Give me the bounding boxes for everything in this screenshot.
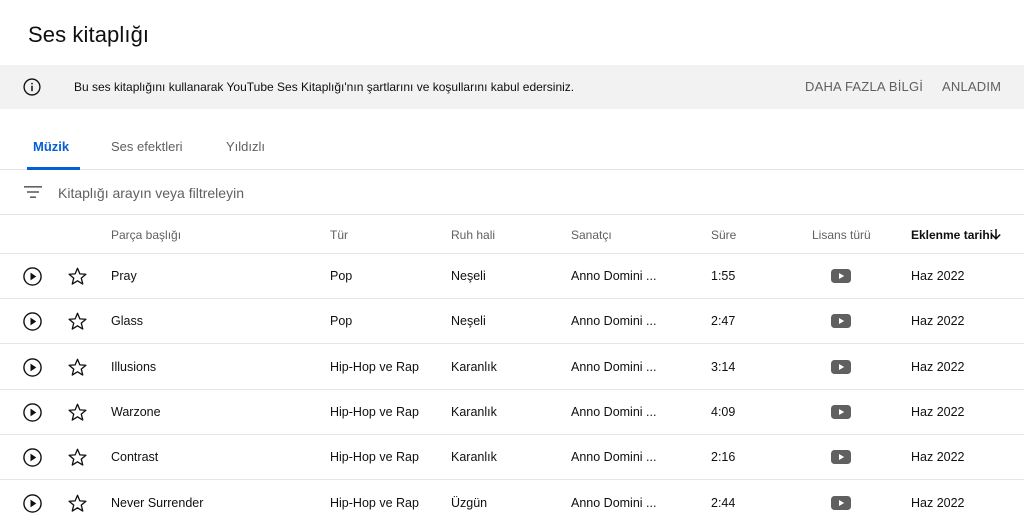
active-tab-indicator xyxy=(27,167,80,170)
terms-banner: Bu ses kitaplığını kullanarak YouTube Se… xyxy=(0,65,1024,109)
table-header: Parça başlığı Tür Ruh hali Sanatçı Süre … xyxy=(0,215,1024,254)
track-title[interactable]: Warzone xyxy=(111,405,161,419)
youtube-icon[interactable] xyxy=(831,405,851,419)
track-date-added: Haz 2022 xyxy=(911,314,965,328)
learn-more-button[interactable]: DAHA FAZLA BİLGİ xyxy=(805,79,923,94)
star-icon[interactable] xyxy=(67,402,88,423)
dismiss-button[interactable]: ANLADIM xyxy=(942,79,1001,94)
track-genre: Hip-Hop ve Rap xyxy=(330,450,419,464)
track-date-added: Haz 2022 xyxy=(911,360,965,374)
table-row[interactable]: Illusions Hip-Hop ve Rap Karanlık Anno Domi… xyxy=(0,345,1024,390)
column-header-mood[interactable]: Ruh hali xyxy=(451,228,495,242)
column-header-artist[interactable]: Sanatçı xyxy=(571,228,612,242)
track-date-added: Haz 2022 xyxy=(911,405,965,419)
star-icon[interactable] xyxy=(67,493,88,514)
youtube-icon[interactable] xyxy=(831,496,851,510)
track-date-added: Haz 2022 xyxy=(911,496,965,510)
table-row[interactable]: Never Surrender Hip-Hop ve Rap Üzgün Anno D… xyxy=(0,481,1024,524)
track-title[interactable]: Pray xyxy=(111,269,137,283)
track-genre: Pop xyxy=(330,314,353,328)
track-mood: Neşeli xyxy=(451,269,486,283)
play-icon[interactable] xyxy=(22,447,43,468)
tab-starred[interactable]: Yıldızlı xyxy=(226,139,265,154)
tab-sound-effects[interactable]: Ses efektleri xyxy=(111,139,183,154)
track-genre: Hip-Hop ve Rap xyxy=(330,496,419,510)
track-duration: 4:09 xyxy=(711,405,736,419)
table-row[interactable]: Pray Pop Neşeli Anno Domini ... 1:55 Haz 2022 xyxy=(0,254,1024,299)
star-icon[interactable] xyxy=(67,447,88,468)
info-icon xyxy=(23,78,41,96)
track-date-added: Haz 2022 xyxy=(911,450,965,464)
star-icon[interactable] xyxy=(67,311,88,332)
track-mood: Üzgün xyxy=(451,496,488,510)
track-date-added: Haz 2022 xyxy=(911,269,965,283)
column-header-license[interactable]: Lisans türü xyxy=(812,228,871,242)
youtube-icon[interactable] xyxy=(831,314,851,328)
filter-bar xyxy=(0,171,1024,215)
column-header-title[interactable]: Parça başlığı xyxy=(111,228,181,242)
column-header-genre[interactable]: Tür xyxy=(330,228,348,242)
track-duration: 1:55 xyxy=(711,269,736,283)
play-icon[interactable] xyxy=(22,402,43,423)
youtube-icon[interactable] xyxy=(831,450,851,464)
track-duration: 3:14 xyxy=(711,360,736,374)
track-title[interactable]: Never Surrender xyxy=(111,496,203,510)
track-artist[interactable]: Anno Domini ... xyxy=(571,314,656,328)
search-input[interactable] xyxy=(58,182,658,204)
page-title: Ses kitaplığı xyxy=(28,22,150,47)
track-duration: 2:16 xyxy=(711,450,736,464)
play-icon[interactable] xyxy=(22,266,43,287)
track-duration: 2:47 xyxy=(711,314,736,328)
play-icon[interactable] xyxy=(22,311,43,332)
track-mood: Neşeli xyxy=(451,314,486,328)
table-row[interactable]: Glass Pop Neşeli Anno Domini ... 2:47 Haz 202… xyxy=(0,299,1024,344)
youtube-icon[interactable] xyxy=(831,360,851,374)
tab-music[interactable]: Müzik xyxy=(33,139,69,154)
track-mood: Karanlık xyxy=(451,360,497,374)
star-icon[interactable] xyxy=(67,357,88,378)
track-title[interactable]: Glass xyxy=(111,314,143,328)
track-title[interactable]: Contrast xyxy=(111,450,158,464)
table-row[interactable]: Warzone Hip-Hop ve Rap Karanlık Anno Domini… xyxy=(0,390,1024,435)
track-genre: Hip-Hop ve Rap xyxy=(330,360,419,374)
table-row[interactable]: Contrast Hip-Hop ve Rap Karanlık Anno Domin… xyxy=(0,435,1024,480)
track-genre: Hip-Hop ve Rap xyxy=(330,405,419,419)
tab-bar: Müzik Ses efektleri Yıldızlı xyxy=(0,124,1024,170)
track-title[interactable]: Illusions xyxy=(111,360,156,374)
page-header: Ses kitaplığı xyxy=(0,0,1024,64)
play-icon[interactable] xyxy=(22,357,43,378)
track-duration: 2:44 xyxy=(711,496,736,510)
track-mood: Karanlık xyxy=(451,450,497,464)
youtube-icon[interactable] xyxy=(831,269,851,283)
track-artist[interactable]: Anno Domini ... xyxy=(571,496,656,510)
arrow-down-icon[interactable] xyxy=(990,228,1002,240)
track-artist[interactable]: Anno Domini ... xyxy=(571,360,656,374)
track-artist[interactable]: Anno Domini ... xyxy=(571,450,656,464)
column-header-duration[interactable]: Süre xyxy=(711,228,736,242)
track-genre: Pop xyxy=(330,269,353,283)
play-icon[interactable] xyxy=(22,493,43,514)
filter-icon[interactable] xyxy=(24,185,42,199)
track-artist[interactable]: Anno Domini ... xyxy=(571,405,656,419)
track-mood: Karanlık xyxy=(451,405,497,419)
star-icon[interactable] xyxy=(67,266,88,287)
column-header-date-added[interactable]: Eklenme tarihi xyxy=(911,228,993,242)
banner-message: Bu ses kitaplığını kullanarak YouTube Se… xyxy=(74,80,575,94)
track-artist[interactable]: Anno Domini ... xyxy=(571,269,656,283)
